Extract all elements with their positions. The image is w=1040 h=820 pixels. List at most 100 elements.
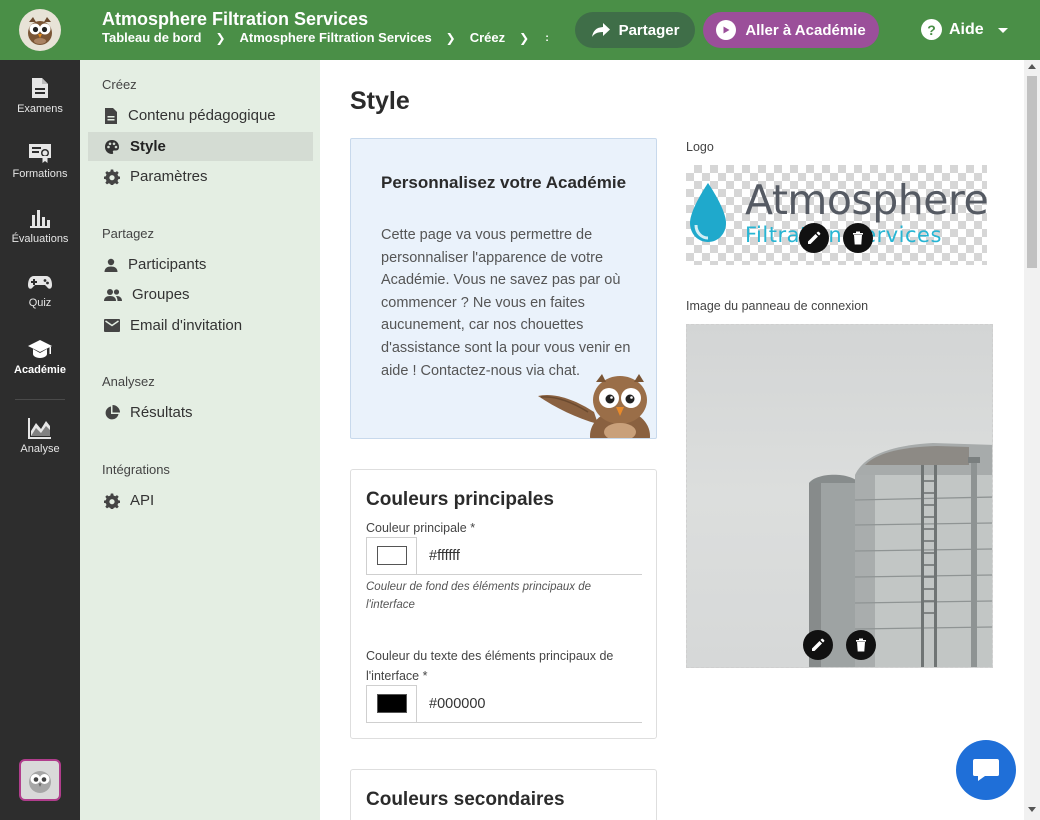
info-card-text: Cette page va vous permettre de personna…: [381, 227, 631, 379]
sidebar-item-participants[interactable]: Participants: [88, 250, 313, 279]
chevron-right-icon: ❯: [519, 30, 530, 45]
share-button-label: Partager: [618, 21, 680, 39]
mail-icon: [104, 319, 120, 332]
text-color-picker[interactable]: [366, 684, 417, 723]
rail-divider: [15, 399, 65, 400]
info-card-title: Personnalisez votre Académie: [381, 173, 627, 192]
help-menu[interactable]: ? Aide: [921, 19, 1009, 40]
secondary-sidebar: Créez Contenu pédagogique Style Paramètr…: [80, 60, 320, 820]
delete-logo-button[interactable]: [843, 223, 873, 253]
pencil-icon: [812, 638, 825, 651]
chevron-down-icon: [997, 27, 1008, 33]
sidebar-section-title: Créez: [102, 77, 137, 92]
info-card: Personnalisez votre Académie Cette page …: [350, 138, 657, 439]
main-scrollbar[interactable]: [1024, 60, 1040, 820]
scroll-up-arrow-icon[interactable]: [1028, 64, 1036, 69]
sidebar-section-title: Analysez: [102, 374, 155, 389]
sidebar-item-content[interactable]: Contenu pédagogique: [88, 101, 313, 130]
person-icon: [104, 258, 118, 272]
rail-label: Formations: [12, 168, 68, 180]
owl-logo-icon: [19, 9, 61, 51]
gamepad-icon: [28, 276, 52, 289]
primary-colors-title: Couleurs principales: [366, 489, 554, 510]
main-color-label: Couleur principale *: [366, 521, 476, 535]
sidebar-item-label: Résultats: [130, 404, 193, 421]
file-icon: [105, 107, 117, 124]
bar-chart-icon: [30, 210, 50, 228]
breadcrumb-dashboard[interactable]: Tableau de bord: [102, 30, 201, 45]
go-to-academy-button[interactable]: Aller à Académie: [703, 12, 879, 48]
rail-label: Examens: [17, 103, 63, 115]
chevron-right-icon: ❯: [445, 30, 456, 45]
group-icon: [104, 288, 122, 301]
sidebar-item-label: API: [130, 492, 155, 509]
rail-item-analysis[interactable]: Analyse: [0, 417, 80, 455]
document-icon: [32, 78, 48, 98]
sidebar-item-groups[interactable]: Groupes: [88, 280, 313, 309]
rail-item-trainings[interactable]: Formations: [0, 142, 80, 180]
logo-wordmark: Atmosphere: [745, 176, 987, 224]
breadcrumb-create[interactable]: Créez: [470, 30, 505, 45]
rail-label: Académie: [14, 364, 66, 376]
certificate-icon: [29, 144, 51, 163]
area-chart-icon: [28, 418, 51, 439]
sidebar-item-label: Groupes: [132, 286, 190, 303]
breadcrumb-account[interactable]: Atmosphere Filtration Services: [240, 30, 432, 45]
delete-login-image-button[interactable]: [846, 630, 876, 660]
gear-icon: [104, 169, 120, 185]
scroll-down-arrow-icon[interactable]: [1028, 807, 1036, 812]
pencil-icon: [808, 231, 821, 244]
sidebar-item-invitation-email[interactable]: Email d'invitation: [88, 311, 313, 340]
owl-mascot-icon: [538, 374, 650, 438]
rail-item-academy[interactable]: Académie: [0, 338, 80, 376]
sidebar-item-results[interactable]: Résultats: [88, 398, 313, 427]
play-icon: [716, 20, 737, 40]
edit-login-image-button[interactable]: [803, 630, 833, 660]
sidebar-item-label: Paramètres: [130, 168, 208, 185]
logo-label: Logo: [686, 140, 714, 154]
rail-label: Analyse: [20, 443, 60, 455]
edit-logo-button[interactable]: [799, 223, 829, 253]
scrollbar-thumb[interactable]: [1027, 76, 1037, 268]
pie-chart-icon: [105, 404, 120, 419]
text-color-input[interactable]: [429, 695, 616, 712]
secondary-colors-title: Couleurs secondaires: [366, 789, 565, 810]
text-color-field: [366, 684, 642, 723]
share-arrow-icon: [591, 23, 610, 37]
main-content: Style Personnalisez votre Académie Cette…: [320, 60, 1024, 820]
help-label: Aide: [949, 20, 984, 38]
sidebar-item-style[interactable]: Style: [88, 132, 313, 161]
sidebar-item-label: Email d'invitation: [130, 317, 243, 334]
main-color-picker[interactable]: [366, 536, 417, 575]
chat-bubble-icon: [973, 759, 999, 781]
text-color-label: Couleur du texte des éléments principaux…: [366, 649, 614, 683]
breadcrumb: Tableau de bord ❯ Atmosphere Filtration …: [102, 30, 549, 45]
app-logo[interactable]: [0, 0, 80, 60]
chevron-right-icon: ❯: [215, 30, 226, 45]
silo-photo: [809, 443, 992, 667]
page-title: Style: [350, 87, 410, 115]
rail-item-quiz[interactable]: Quiz: [0, 273, 80, 309]
rail-item-exams[interactable]: Examens: [0, 77, 80, 115]
login-image-label: Image du panneau de connexion: [686, 299, 869, 313]
help-icon: ?: [921, 19, 942, 40]
breadcrumb-more[interactable]: :: [545, 32, 549, 44]
login-panel-image: [686, 324, 993, 668]
graduation-cap-icon: [28, 340, 52, 358]
top-bar: Atmosphere Filtration Services Tableau d…: [0, 0, 1040, 60]
chat-button[interactable]: [956, 740, 1016, 800]
main-color-input[interactable]: [429, 547, 616, 564]
rail-item-evaluations[interactable]: Évaluations: [0, 207, 80, 245]
rail-label: Quiz: [28, 297, 52, 309]
gear-icon: [104, 493, 120, 509]
sidebar-item-settings[interactable]: Paramètres: [88, 162, 313, 191]
rail-label: Évaluations: [11, 233, 69, 245]
go-to-academy-label: Aller à Académie: [745, 21, 866, 39]
logo-preview: Atmosphere Filtration Services: [686, 165, 987, 265]
share-button[interactable]: Partager: [575, 12, 695, 48]
user-avatar[interactable]: [19, 759, 61, 801]
sidebar-item-api[interactable]: API: [88, 486, 313, 515]
main-color-hint: Couleur de fond des éléments principaux …: [366, 581, 592, 611]
primary-colors-card: Couleurs principales Couleur principale …: [350, 469, 657, 739]
trash-icon: [853, 231, 863, 245]
